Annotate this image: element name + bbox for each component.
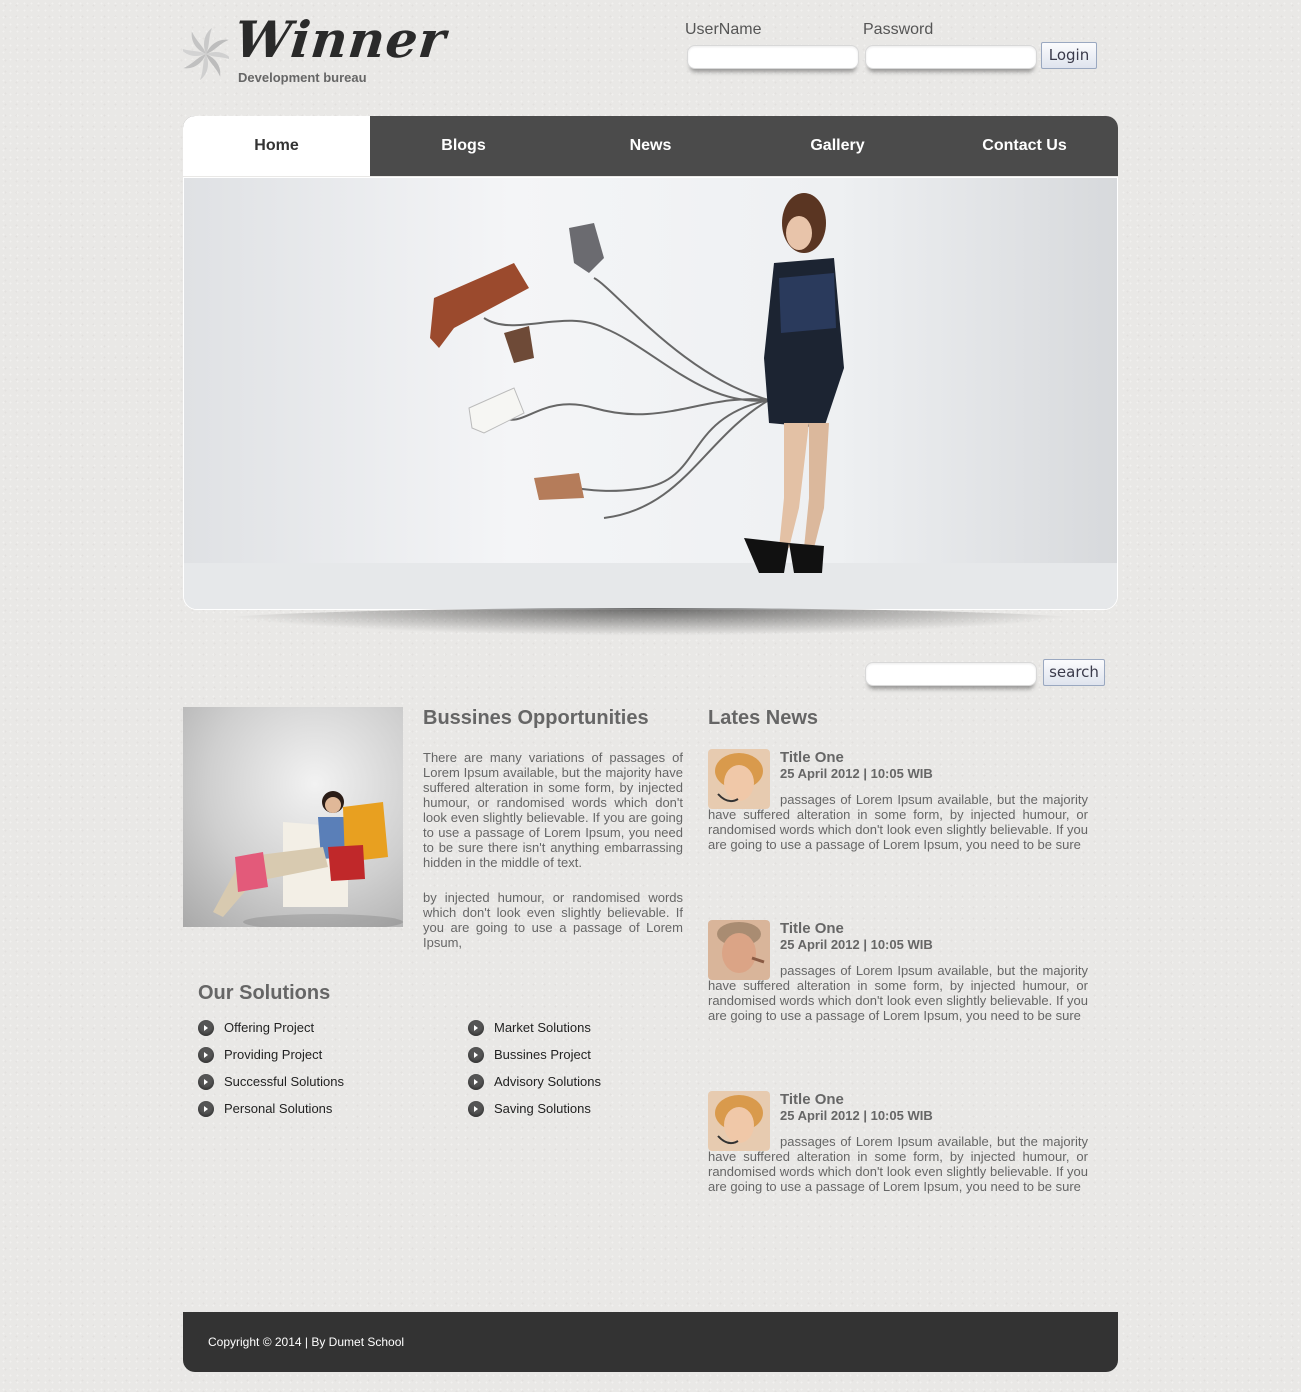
news-item-date: 25 April 2012 | 10:05 WIB xyxy=(780,937,933,952)
arrow-bullet-icon xyxy=(198,1100,214,1117)
solution-link[interactable]: Successful Solutions xyxy=(198,1072,344,1092)
site-logo[interactable]: Winner Development bureau xyxy=(183,10,449,88)
arrow-bullet-icon xyxy=(198,1046,214,1063)
password-field[interactable] xyxy=(865,45,1037,69)
solution-link[interactable]: Saving Solutions xyxy=(468,1099,601,1119)
news-item: Title One 25 April 2012 | 10:05 WIB pass… xyxy=(708,749,1088,852)
logo-tagline: Development bureau xyxy=(238,70,367,85)
news-item-date: 25 April 2012 | 10:05 WIB xyxy=(780,1108,933,1123)
solutions-list-left: Offering Project Providing Project Succe… xyxy=(198,1018,344,1119)
search-button[interactable]: search xyxy=(1043,659,1105,686)
news-item-title[interactable]: Title One xyxy=(780,749,844,766)
solutions-list-right: Market Solutions Bussines Project Adviso… xyxy=(468,1018,601,1119)
boot-white xyxy=(468,387,525,434)
solution-link[interactable]: Bussines Project xyxy=(468,1045,601,1065)
arrow-bullet-icon xyxy=(468,1019,484,1036)
shopping-illustration xyxy=(213,791,403,927)
news-item: Title One 25 April 2012 | 10:05 WIB pass… xyxy=(708,1091,1088,1194)
username-label: UserName xyxy=(685,21,762,38)
copyright-text: Copyright © 2014 | By Dumet School xyxy=(208,1335,405,1349)
boot-grey xyxy=(569,223,604,273)
main-nav: Home Blogs News Gallery Contact Us xyxy=(183,116,1118,176)
login-button[interactable]: Login xyxy=(1041,42,1097,69)
nav-item-home[interactable]: Home xyxy=(183,116,370,176)
logo-wordmark: Winner xyxy=(231,10,450,69)
solution-link[interactable]: Market Solutions xyxy=(468,1018,601,1038)
hero-banner-image xyxy=(183,177,1118,610)
news-item-title[interactable]: Title One xyxy=(780,920,844,937)
nav-item-contact-us[interactable]: Contact Us xyxy=(931,116,1118,176)
heel-brown xyxy=(504,326,534,363)
arrow-bullet-icon xyxy=(468,1046,484,1063)
news-item: Title One 25 April 2012 | 10:05 WIB pass… xyxy=(708,920,1088,1023)
business-paragraph-1: There are many variations of passages of… xyxy=(423,750,683,870)
nav-item-gallery[interactable]: Gallery xyxy=(744,116,931,176)
nav-item-blogs[interactable]: Blogs xyxy=(370,116,557,176)
arrow-bullet-icon xyxy=(198,1019,214,1036)
arrow-bullet-icon xyxy=(468,1073,484,1090)
sandal-tan xyxy=(534,473,584,500)
solutions-title: Our Solutions xyxy=(198,982,331,1004)
solution-link[interactable]: Providing Project xyxy=(198,1045,344,1065)
nav-item-news[interactable]: News xyxy=(557,116,744,176)
business-paragraph-2: by injected humour, or randomised words … xyxy=(423,890,683,950)
arrow-bullet-icon xyxy=(468,1100,484,1117)
business-title: Bussines Opportunities xyxy=(423,707,649,729)
solution-link[interactable]: Offering Project xyxy=(198,1018,344,1038)
footer: Copyright © 2014 | By Dumet School xyxy=(183,1312,1118,1372)
woman-figure xyxy=(744,193,844,573)
solution-link[interactable]: Personal Solutions xyxy=(198,1099,344,1119)
hero-shadow xyxy=(200,608,1100,636)
news-thumbnail xyxy=(708,920,770,980)
news-title: Lates News xyxy=(708,707,819,729)
news-thumbnail xyxy=(708,749,770,809)
news-item-title[interactable]: Title One xyxy=(780,1091,844,1108)
hero-illustration xyxy=(184,193,1117,609)
solution-link[interactable]: Advisory Solutions xyxy=(468,1072,601,1092)
username-field[interactable] xyxy=(687,45,859,69)
swirl-logo-icon xyxy=(183,28,229,80)
arrow-bullet-icon xyxy=(198,1073,214,1090)
password-label: Password xyxy=(863,21,934,38)
search-input[interactable] xyxy=(865,662,1037,686)
news-item-date: 25 April 2012 | 10:05 WIB xyxy=(780,766,933,781)
news-thumbnail xyxy=(708,1091,770,1151)
shopping-woman-photo xyxy=(183,707,403,927)
